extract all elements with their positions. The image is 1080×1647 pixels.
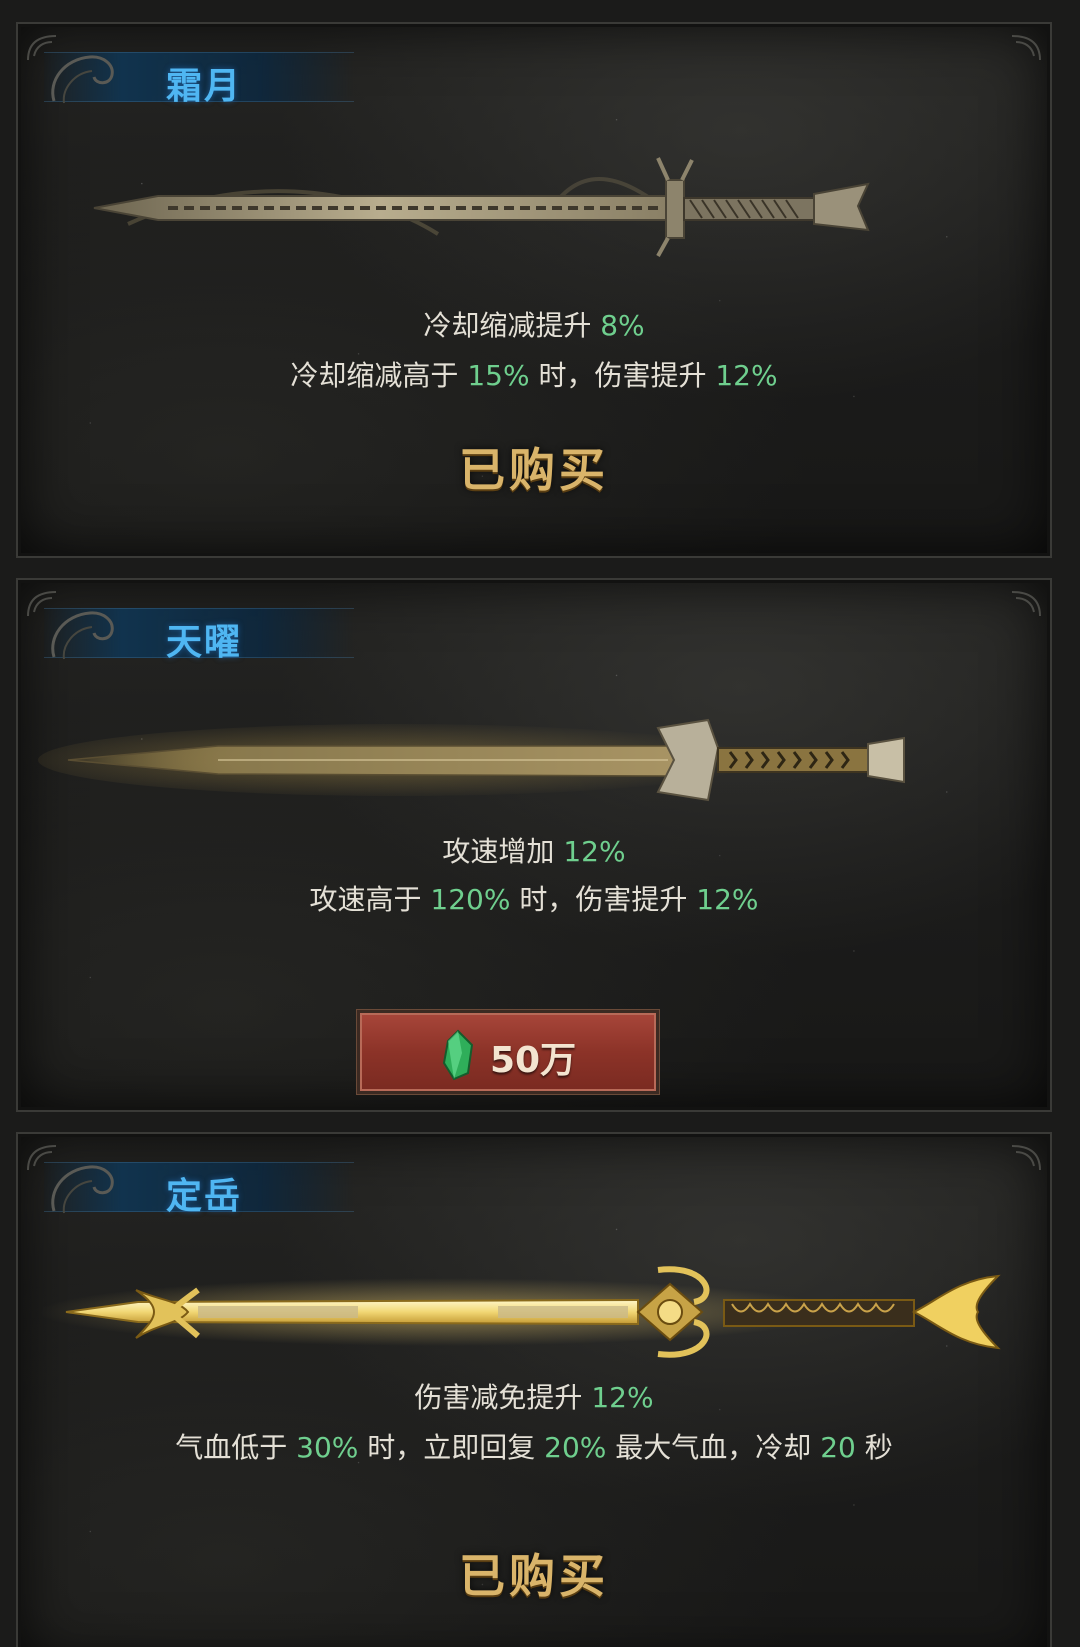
weapon-name: 天曜 bbox=[166, 622, 243, 663]
weapon-title-tab: 定岳 bbox=[44, 1162, 354, 1217]
weapon-card-tianyao[interactable]: 天曜 攻速增加 12% 攻速高于 120% 时，伤害提升 12% 50万 bbox=[16, 578, 1052, 1112]
purchased-label: 已购买 bbox=[459, 1549, 609, 1603]
purchased-label: 已购买 bbox=[459, 443, 609, 497]
weapon-card-dingyue[interactable]: 定岳 伤害减免提升 12% 气血低于 30% 时，立即回复 20% 最大气血，冷… bbox=[16, 1132, 1052, 1647]
weapon-effect-2: 气血低于 30% 时，立即回复 20% 最大气血，冷却 20 秒 bbox=[175, 1431, 893, 1464]
weapon-name: 霜月 bbox=[166, 66, 243, 107]
swirl-ornament-icon bbox=[51, 611, 114, 660]
sword-icon bbox=[93, 157, 870, 257]
sword-icon bbox=[38, 718, 905, 802]
price-label: 50万 bbox=[490, 1040, 577, 1081]
weapon-effect-2: 攻速高于 120% 时，伤害提升 12% bbox=[309, 883, 759, 916]
corner-ornament-icon bbox=[1011, 1145, 1041, 1171]
corner-ornament-icon bbox=[1011, 35, 1041, 61]
swirl-ornament-icon bbox=[51, 1165, 114, 1214]
weapon-title-tab: 天曜 bbox=[44, 608, 354, 663]
weapon-effect-2: 冷却缩减高于 15% 时，伤害提升 12% bbox=[290, 359, 778, 392]
weapon-effect-1: 冷却缩减提升 8% bbox=[423, 309, 645, 342]
weapon-title-tab: 霜月 bbox=[44, 52, 354, 107]
weapon-card-shuangyue[interactable]: 霜月 冷却缩减提升 8% 冷却缩减高于 15% 时，伤害提升 12% 已购买 bbox=[16, 22, 1052, 558]
weapon-effect-1: 伤害减免提升 12% bbox=[414, 1381, 654, 1414]
weapon-effect-1: 攻速增加 12% bbox=[442, 835, 626, 868]
green-crystal-icon bbox=[442, 1029, 474, 1081]
weapon-shop-page: 霜月 冷却缩减提升 8% 冷却缩减高于 15% 时，伤害提升 12% 已购买 天… bbox=[0, 0, 1080, 1647]
sword-icon bbox=[38, 1266, 1001, 1358]
swirl-ornament-icon bbox=[51, 55, 114, 104]
corner-ornament-icon bbox=[1011, 591, 1041, 617]
weapon-name: 定岳 bbox=[166, 1176, 243, 1217]
buy-button[interactable]: 50万 bbox=[357, 1010, 659, 1094]
